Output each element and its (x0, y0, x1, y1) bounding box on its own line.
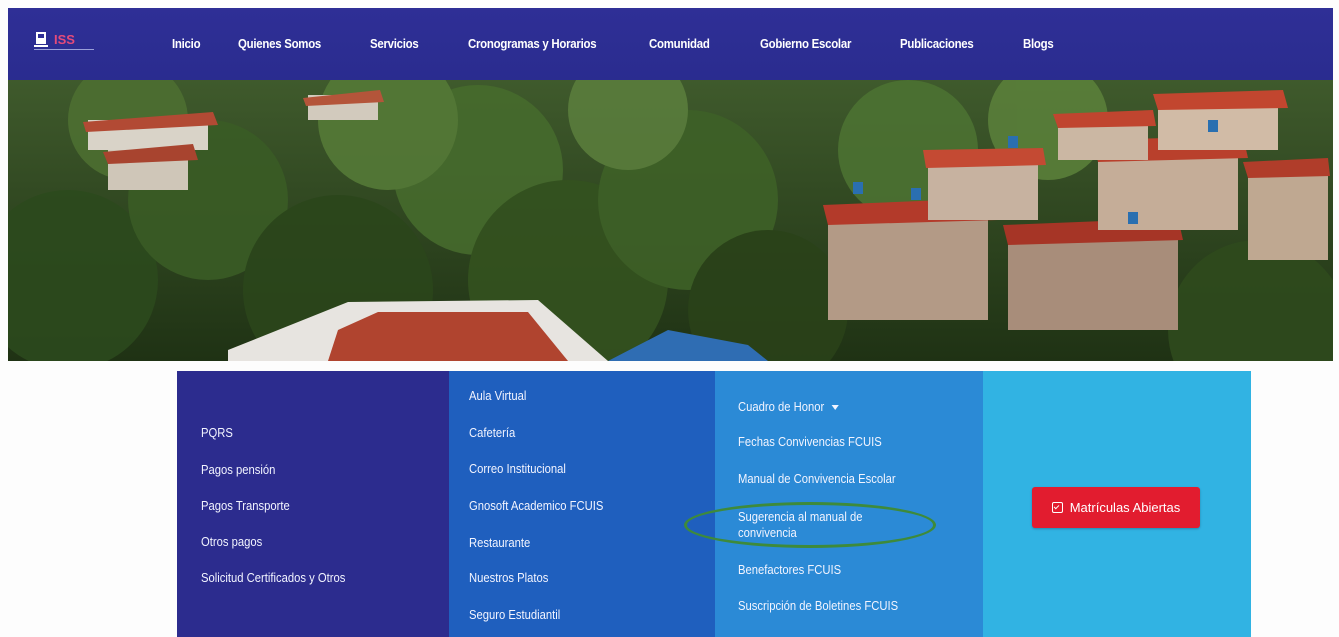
link-sugerencia-manual[interactable]: Sugerencia al manual de convivencia (738, 509, 909, 541)
logo-text: ISS (54, 32, 75, 47)
matriculas-abiertas-label: Matrículas Abiertas (1069, 500, 1181, 515)
link-seguro-estudiantil[interactable]: Seguro Estudiantil (469, 608, 560, 622)
hero-aerial-image (8, 80, 1333, 361)
nav-item-servicios[interactable]: Servicios (370, 36, 419, 51)
footer-column-services: Aula Virtual Cafetería Correo Institucio… (449, 371, 715, 637)
nav-item-quienes-somos[interactable]: Quienes Somos (238, 36, 321, 51)
footer-column-community: Cuadro de Honor Fechas Convivencias FCUI… (715, 371, 983, 637)
chevron-down-icon (831, 405, 839, 411)
link-solicitud-certificados[interactable]: Solicitud Certificados y Otros (201, 571, 345, 585)
calendar-check-icon (1051, 502, 1063, 513)
link-manual-de-convivencia[interactable]: Manual de Convivencia Escolar (738, 472, 896, 486)
footer-column-payments: PQRS Pagos pensión Pagos Transporte Otro… (177, 371, 449, 637)
nav-item-inicio[interactable]: Inicio (172, 36, 201, 51)
matriculas-abiertas-button[interactable]: Matrículas Abiertas (1032, 487, 1200, 528)
nav-item-comunidad[interactable]: Comunidad (649, 36, 710, 51)
link-fechas-convivencias[interactable]: Fechas Convivencias FCUIS (738, 435, 882, 449)
link-aula-virtual[interactable]: Aula Virtual (469, 389, 526, 403)
link-pqrs[interactable]: PQRS (201, 426, 233, 440)
link-benefactores[interactable]: Benefactores FCUIS (738, 563, 841, 577)
page: ISS Inicio Quienes Somos Servicios Crono… (0, 0, 1339, 637)
nav-item-cronogramas[interactable]: Cronogramas y Horarios (468, 36, 597, 51)
link-correo-institucional[interactable]: Correo Institucional (469, 462, 566, 476)
link-pagos-transporte[interactable]: Pagos Transporte (201, 499, 290, 513)
top-navigation-bar: ISS Inicio Quienes Somos Servicios Crono… (8, 8, 1333, 80)
nav-item-blogs[interactable]: Blogs (1023, 36, 1054, 51)
link-gnosoft-academico[interactable]: Gnosoft Academico FCUIS (469, 499, 603, 513)
link-nuestros-platos[interactable]: Nuestros Platos (469, 571, 548, 585)
nav-item-publicaciones[interactable]: Publicaciones (900, 36, 974, 51)
school-logo[interactable]: ISS (34, 30, 96, 52)
link-cuadro-de-honor[interactable]: Cuadro de Honor (738, 400, 839, 414)
link-suscripcion-boletines[interactable]: Suscripción de Boletines FCUIS (738, 599, 898, 613)
link-cafeteria[interactable]: Cafetería (469, 426, 515, 440)
cuadro-de-honor-label: Cuadro de Honor (738, 400, 825, 414)
link-pagos-pension[interactable]: Pagos pensión (201, 463, 275, 477)
link-restaurante[interactable]: Restaurante (469, 536, 530, 550)
link-otros-pagos[interactable]: Otros pagos (201, 535, 262, 549)
nav-item-gobierno-escolar[interactable]: Gobierno Escolar (760, 36, 851, 51)
